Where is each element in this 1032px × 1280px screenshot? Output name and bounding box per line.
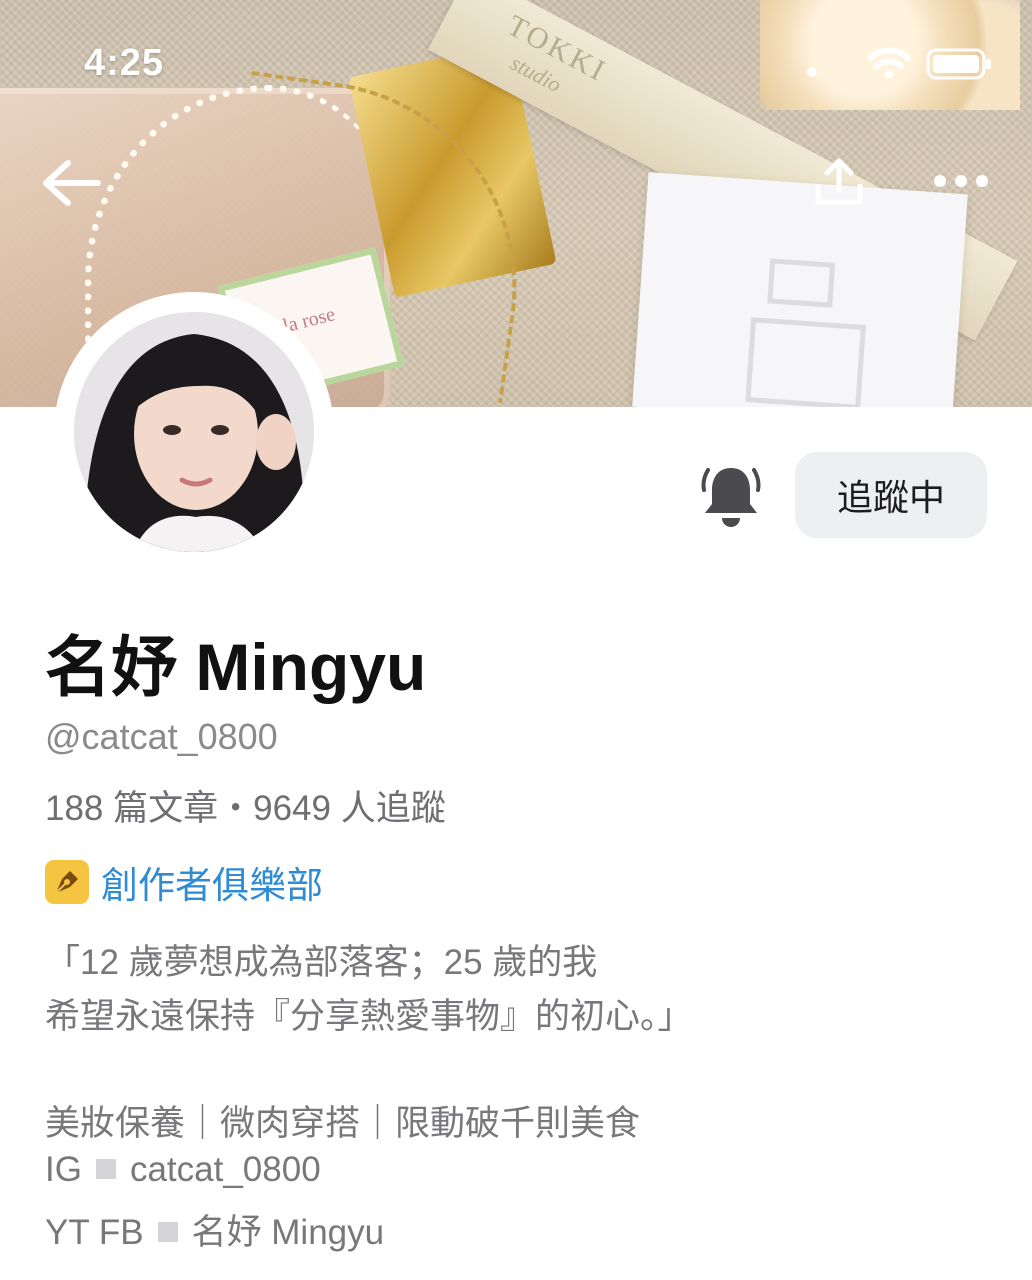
separator-box: [157, 1222, 178, 1242]
battery-icon: [926, 48, 991, 80]
yt-prefix: YT FB: [45, 1213, 144, 1252]
more-icon[interactable]: [932, 172, 990, 190]
card-logo-emboss: [745, 258, 866, 407]
following-button[interactable]: 追蹤中: [795, 452, 987, 538]
creator-club-label: 創作者俱樂部: [101, 864, 323, 907]
avatar[interactable]: [54, 292, 334, 572]
yt-name: 名妤 Mingyu: [191, 1213, 385, 1252]
back-arrow-icon[interactable]: [40, 158, 102, 208]
creator-club-link[interactable]: 創作者俱樂部: [45, 855, 323, 909]
profile-stats[interactable]: 188 篇文章・9649 人追蹤: [45, 780, 446, 831]
white-card: [632, 172, 968, 407]
bell-icon[interactable]: [700, 460, 762, 530]
bio-yt-line: YT FB 名妤 Mingyu: [45, 1204, 384, 1255]
signal-icon: [807, 67, 817, 77]
avatar-portrait: [74, 312, 314, 552]
bio-line-2: 希望永遠保持『分享熱愛事物』的初心。」: [45, 997, 693, 1036]
bio-line-3: 美妝保養｜微肉穿搭｜限動破千則美食: [45, 1104, 641, 1143]
status-time: 4:25: [84, 42, 165, 84]
ig-handle: catcat_0800: [129, 1150, 321, 1189]
bio-line-1: 「12 歲夢想成為部落客；25 歲的我: [45, 943, 598, 982]
separator-box: [95, 1159, 116, 1179]
bio-ig-line: IG catcat_0800: [45, 1150, 321, 1190]
pen-nib-icon: [45, 860, 89, 904]
wifi-icon: [867, 47, 911, 78]
display-name: 名妤 Mingyu: [45, 630, 427, 704]
username: @catcat_0800: [45, 716, 278, 757]
ig-prefix: IG: [45, 1150, 82, 1189]
avatar-photo: [74, 312, 314, 552]
share-icon[interactable]: [812, 156, 866, 208]
